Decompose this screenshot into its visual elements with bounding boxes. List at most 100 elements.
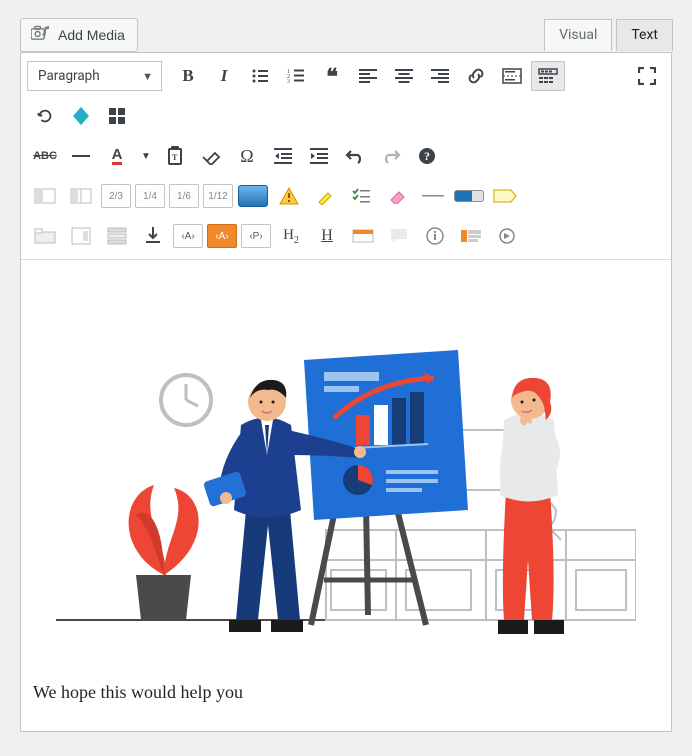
col-1-4[interactable]: 1/4: [135, 184, 165, 208]
note-shortcode[interactable]: [346, 221, 380, 251]
column-full-icon: [34, 188, 56, 204]
add-media-button[interactable]: Add Media: [20, 18, 138, 52]
embed-icon: [497, 227, 517, 245]
presentation-illustration: [56, 280, 636, 660]
info-shortcode[interactable]: [418, 221, 452, 251]
italic-button[interactable]: I: [207, 61, 241, 91]
text-color-button[interactable]: A: [100, 141, 134, 171]
fullscreen-icon: [638, 67, 656, 85]
chat-shortcode[interactable]: [382, 221, 416, 251]
format-select[interactable]: Paragraph ▼: [27, 61, 162, 91]
svg-text:T: T: [172, 153, 178, 162]
code-a-orange[interactable]: ‹A›: [207, 224, 237, 248]
toggle-shortcode[interactable]: [64, 221, 98, 251]
indent-button[interactable]: [302, 141, 336, 171]
chevron-down-icon: ▼: [141, 151, 151, 162]
italic-icon: I: [221, 66, 228, 86]
fullscreen-button[interactable]: [630, 61, 664, 91]
eraser-icon: [201, 147, 221, 165]
bold-icon: B: [182, 66, 193, 86]
help-button[interactable]: ?: [410, 141, 444, 171]
column-half-icon: [70, 188, 92, 204]
chevron-down-icon: ▼: [142, 70, 153, 83]
blockquote-button[interactable]: ❝: [315, 61, 349, 91]
align-center-icon: [395, 69, 413, 83]
progress-icon: [454, 190, 484, 202]
download-icon: [145, 226, 161, 246]
alert-shortcode[interactable]: [272, 181, 306, 211]
omega-icon: Ω: [240, 146, 253, 167]
clear-format-button[interactable]: [194, 141, 228, 171]
warning-icon: [279, 187, 299, 205]
indent-icon: [310, 148, 328, 164]
help-icon: ?: [418, 147, 436, 165]
svg-text:?: ?: [424, 149, 430, 163]
text-color-icon: A: [112, 147, 123, 165]
camera-music-icon: [31, 25, 50, 45]
label-shortcode[interactable]: [488, 181, 522, 211]
read-more-icon: [502, 68, 522, 84]
code-a[interactable]: ‹A›: [173, 224, 203, 248]
special-char-button[interactable]: Ω: [230, 141, 264, 171]
builder-button[interactable]: [64, 101, 98, 131]
content-paragraph[interactable]: We hope this would help you: [29, 660, 663, 703]
bulleted-list-button[interactable]: [243, 61, 277, 91]
info-icon: [426, 227, 444, 245]
redo-button[interactable]: [374, 141, 408, 171]
underline2[interactable]: H: [310, 221, 344, 251]
progress-shortcode[interactable]: [452, 181, 486, 211]
numbered-list-button[interactable]: 123: [279, 61, 313, 91]
insert-link-button[interactable]: [459, 61, 493, 91]
paste-button[interactable]: T: [158, 141, 192, 171]
h2-icon: H2: [283, 227, 299, 246]
toolbar-toggle-icon: [538, 68, 558, 84]
builder-icon: [71, 106, 91, 126]
text-color-chevron[interactable]: ▼: [136, 141, 156, 171]
strikethrough-button[interactable]: ABC: [28, 141, 62, 171]
columns-icon: [460, 229, 482, 243]
button-shortcode[interactable]: [236, 181, 270, 211]
tab-text[interactable]: Text: [616, 19, 673, 51]
paste-icon: T: [166, 146, 184, 166]
embed-shortcode[interactable]: [490, 221, 524, 251]
code-p[interactable]: ‹P›: [241, 224, 271, 248]
button-icon: [238, 185, 268, 207]
outdent-button[interactable]: [266, 141, 300, 171]
align-right-icon: [431, 69, 449, 83]
download-shortcode[interactable]: [136, 221, 170, 251]
tabs-shortcode[interactable]: [28, 221, 62, 251]
tab-visual[interactable]: Visual: [544, 19, 612, 51]
redo-icon: [381, 148, 401, 164]
editor-content[interactable]: We hope this would help you: [21, 260, 671, 731]
align-center-button[interactable]: [387, 61, 421, 91]
grid-button[interactable]: [100, 101, 134, 131]
heading2[interactable]: H2: [274, 221, 308, 251]
insert-more-button[interactable]: [495, 61, 529, 91]
col-1-1[interactable]: [28, 181, 62, 211]
divider-shortcode[interactable]: [416, 181, 450, 211]
col-1-12[interactable]: 1/12: [203, 184, 233, 208]
svg-text:3: 3: [287, 79, 290, 84]
align-right-button[interactable]: [423, 61, 457, 91]
tabs-icon: [34, 228, 56, 244]
divider-icon: [422, 194, 444, 198]
chat-icon: [389, 227, 409, 245]
columns-shortcode[interactable]: [454, 221, 488, 251]
accordion-shortcode[interactable]: [100, 221, 134, 251]
strikethrough-icon: ABC: [33, 150, 57, 162]
col-1-2[interactable]: [64, 181, 98, 211]
col-2-3[interactable]: 2/3: [101, 184, 131, 208]
toolbar-toggle-button[interactable]: [531, 61, 565, 91]
col-1-6[interactable]: 1/6: [169, 184, 199, 208]
link-icon: [466, 66, 486, 86]
refresh-button[interactable]: [28, 101, 62, 131]
align-left-icon: [359, 69, 377, 83]
clear-shortcode[interactable]: [380, 181, 414, 211]
bold-button[interactable]: B: [171, 61, 205, 91]
horizontal-line-button[interactable]: [64, 141, 98, 171]
align-left-button[interactable]: [351, 61, 385, 91]
refresh-icon: [36, 107, 54, 125]
highlight-shortcode[interactable]: [308, 181, 342, 211]
checklist-shortcode[interactable]: [344, 181, 378, 211]
undo-button[interactable]: [338, 141, 372, 171]
